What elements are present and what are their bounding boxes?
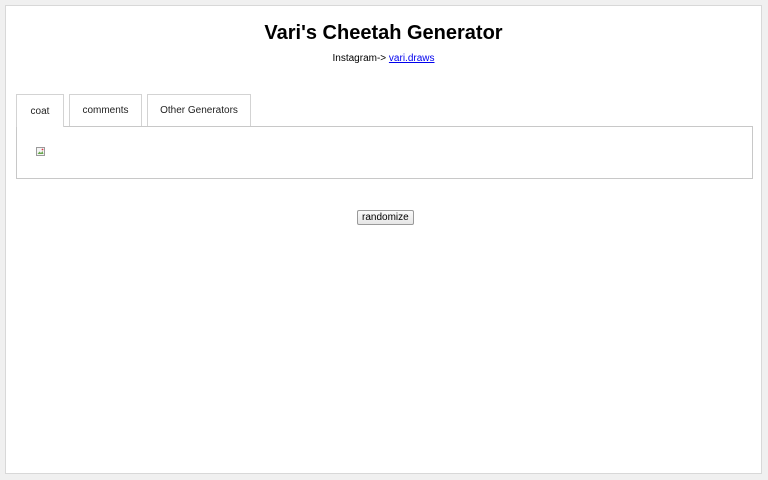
instagram-link[interactable]: vari.draws xyxy=(389,53,435,64)
tab-other-generators[interactable]: Other Generators xyxy=(147,94,251,126)
broken-image-icon xyxy=(36,147,45,156)
randomize-button[interactable]: randomize xyxy=(357,210,414,225)
instagram-line: Instagram-> vari.draws xyxy=(6,53,761,64)
page-container: Vari's Cheetah Generator Instagram-> var… xyxy=(5,5,762,474)
tab-comments[interactable]: comments xyxy=(69,94,142,126)
instagram-prefix: Instagram-> xyxy=(332,53,389,64)
tab-panel-coat xyxy=(16,126,753,179)
page-title: Vari's Cheetah Generator xyxy=(264,22,503,44)
tab-coat[interactable]: coat xyxy=(16,94,64,127)
